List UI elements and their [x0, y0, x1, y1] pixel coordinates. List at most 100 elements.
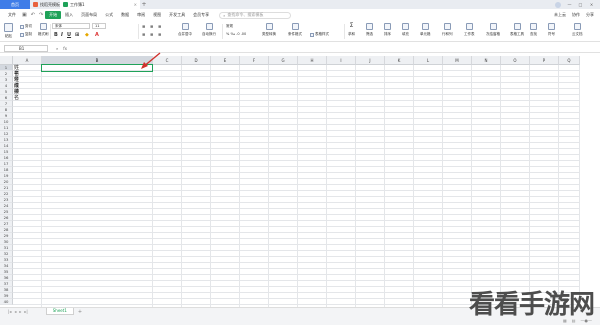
- font-name-select[interactable]: 宋体: [52, 23, 90, 29]
- worksheet-icon: [465, 23, 473, 30]
- borders-icon[interactable]: ⊞: [75, 32, 79, 38]
- column-header-n[interactable]: N: [472, 56, 501, 65]
- cell-button[interactable]: 单元格: [420, 22, 431, 37]
- menu-formula[interactable]: 公式: [101, 11, 117, 19]
- column-header-a[interactable]: A: [13, 56, 42, 65]
- merge-center-button[interactable]: 合并居中: [178, 22, 192, 37]
- avatar[interactable]: [555, 1, 561, 8]
- tab-home[interactable]: 首页: [0, 0, 30, 9]
- conditional-format-button[interactable]: 条件格式: [288, 22, 302, 37]
- selected-cell-b1[interactable]: [41, 64, 153, 72]
- prev-sheet-icon[interactable]: ◂: [14, 309, 16, 314]
- table-tools-label: 表格工具: [510, 32, 524, 36]
- minimize-icon[interactable]: —: [567, 2, 572, 7]
- italic-icon[interactable]: I: [61, 32, 63, 38]
- column-header-q[interactable]: Q: [559, 56, 580, 65]
- row-header-40[interactable]: 40: [0, 299, 13, 305]
- menu-member[interactable]: 会员专享: [189, 11, 213, 19]
- divider: [50, 24, 51, 39]
- zoom-icon[interactable]: ⌕: [56, 46, 58, 51]
- save-icon[interactable]: ▣: [20, 11, 29, 19]
- command-search[interactable]: ⌕ 查找命令、搜索模板: [219, 11, 292, 19]
- menu-page-layout[interactable]: 页面布局: [77, 11, 101, 19]
- cut-button[interactable]: 剪切: [20, 24, 32, 29]
- column-header-e[interactable]: E: [211, 56, 240, 65]
- align-right-icon[interactable]: ≡: [158, 32, 161, 37]
- number-format-buttons[interactable]: % ‰ .0 .00: [226, 32, 246, 36]
- wrap-text-button[interactable]: 自动换行: [202, 22, 216, 37]
- menu-start[interactable]: 开始: [45, 11, 62, 19]
- menu-developer[interactable]: 开发工具: [165, 11, 189, 19]
- column-header-d[interactable]: D: [182, 56, 211, 65]
- sum-button[interactable]: Σ 求和: [348, 22, 355, 37]
- tab-template[interactable]: 找稻壳模板: [30, 0, 60, 9]
- cloud-status[interactable]: 未上云: [554, 12, 566, 18]
- paste-button[interactable]: 粘贴: [4, 22, 13, 39]
- redo-icon[interactable]: ↷: [37, 11, 45, 19]
- copy-button[interactable]: 复制: [20, 32, 32, 37]
- next-sheet-icon[interactable]: ▸: [19, 309, 21, 314]
- conditional-format-icon: [291, 23, 299, 30]
- column-header-p[interactable]: P: [530, 56, 559, 65]
- tab-home-label: 首页: [11, 1, 19, 7]
- column-header-h[interactable]: H: [298, 56, 327, 65]
- fill-button[interactable]: 填充: [402, 22, 409, 37]
- font-color-icon[interactable]: A: [95, 32, 99, 38]
- menu-insert[interactable]: 插入: [61, 11, 77, 19]
- table-style-button[interactable]: 表格样式: [310, 32, 329, 37]
- row-col-button[interactable]: 行和列: [442, 22, 453, 37]
- align-middle-icon[interactable]: ≡: [150, 24, 153, 29]
- column-header-k[interactable]: K: [385, 56, 414, 65]
- freeze-panes-button[interactable]: 冻结窗格: [486, 22, 500, 37]
- format-painter-button[interactable]: 格式刷: [38, 22, 49, 37]
- column-header-f[interactable]: F: [240, 56, 269, 65]
- sheet-tab-sheet1[interactable]: Sheet1: [45, 308, 74, 315]
- window-controls: — □ ×: [555, 0, 600, 9]
- filter-button[interactable]: 筛选: [366, 22, 373, 37]
- sort-label: 排序: [384, 32, 391, 36]
- table-tools-button[interactable]: 表格工具: [510, 22, 524, 37]
- add-sheet-icon[interactable]: +: [78, 309, 82, 315]
- font-size-select[interactable]: 11: [92, 23, 106, 29]
- find-button[interactable]: 查找: [530, 22, 537, 37]
- number-format-select[interactable]: 常规: [226, 24, 233, 29]
- fill-color-icon[interactable]: ◆: [85, 32, 89, 38]
- worksheet-button[interactable]: 工作表: [464, 22, 475, 37]
- menu-file[interactable]: 文件: [4, 11, 20, 19]
- align-left-icon[interactable]: ≡: [142, 32, 145, 37]
- first-sheet-icon[interactable]: |◂: [8, 309, 11, 314]
- align-bottom-icon[interactable]: ≡: [158, 24, 161, 29]
- menu-data[interactable]: 数据: [117, 11, 133, 19]
- cloud-doc-button[interactable]: 云文档: [572, 22, 583, 37]
- align-center-icon[interactable]: ≡: [150, 32, 153, 37]
- menu-view[interactable]: 视图: [149, 11, 165, 19]
- maximize-icon[interactable]: □: [578, 2, 583, 7]
- collaborate-button[interactable]: 协作: [572, 12, 580, 18]
- name-box[interactable]: B1: [4, 45, 48, 52]
- undo-icon[interactable]: ↶: [29, 11, 37, 19]
- share-button[interactable]: 分享: [586, 12, 594, 18]
- close-tab-icon[interactable]: ×: [134, 2, 137, 7]
- bold-icon[interactable]: B: [54, 32, 58, 38]
- fx-icon[interactable]: fx: [63, 46, 67, 51]
- column-header-o[interactable]: O: [501, 56, 530, 65]
- last-sheet-icon[interactable]: ▸|: [24, 309, 27, 314]
- close-window-icon[interactable]: ×: [589, 2, 594, 7]
- sort-button[interactable]: 排序: [384, 22, 391, 37]
- cell-a5[interactable]: 排名: [14, 89, 19, 101]
- select-all-corner[interactable]: [0, 56, 13, 65]
- column-header-m[interactable]: M: [443, 56, 472, 65]
- column-header-i[interactable]: I: [327, 56, 356, 65]
- column-header-l[interactable]: L: [414, 56, 443, 65]
- row-gridline: [13, 274, 580, 275]
- symbol-button[interactable]: 符号: [548, 22, 555, 37]
- column-header-j[interactable]: J: [356, 56, 385, 65]
- new-tab-button[interactable]: +: [140, 0, 148, 9]
- tab-workbook[interactable]: 工作簿1 ×: [60, 0, 140, 9]
- align-top-icon[interactable]: ≡: [142, 24, 145, 29]
- type-convert-button[interactable]: 类型转换: [262, 22, 276, 37]
- underline-icon[interactable]: U: [67, 32, 71, 38]
- symbol-label: 符号: [548, 32, 555, 36]
- menu-review[interactable]: 审阅: [133, 11, 149, 19]
- column-header-g[interactable]: G: [269, 56, 298, 65]
